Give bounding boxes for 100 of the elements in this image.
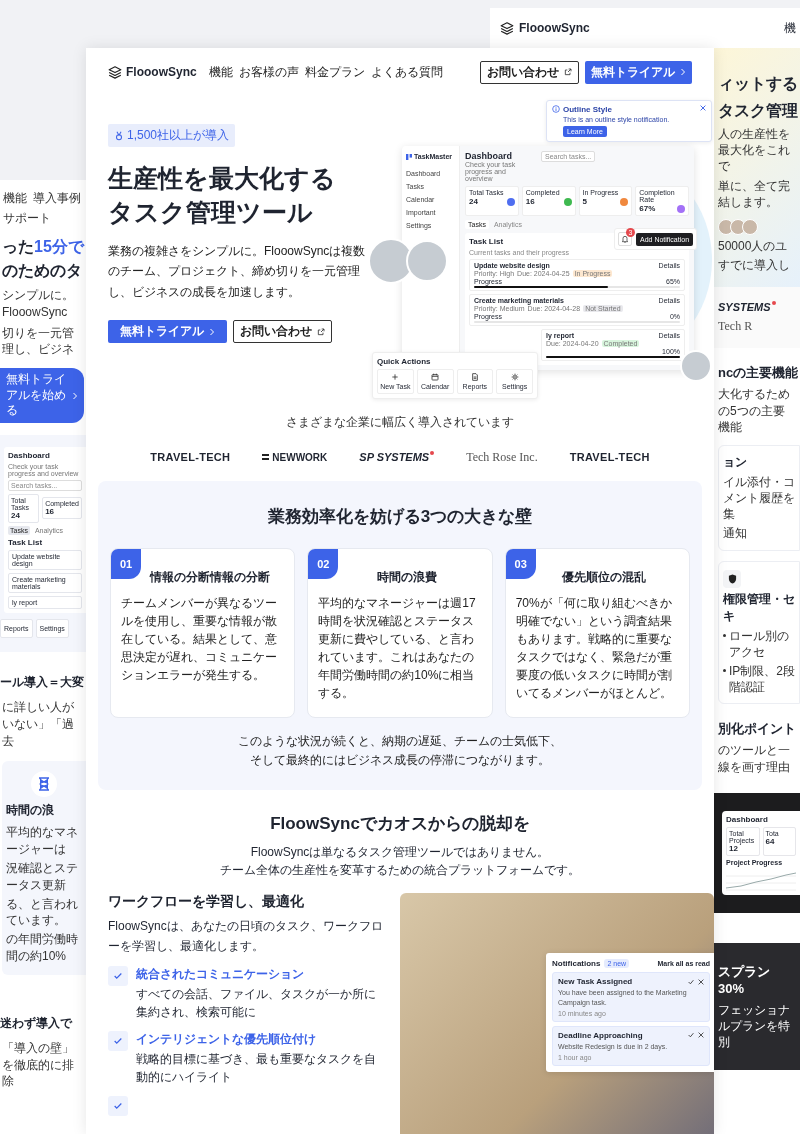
card-text: 通知 <box>723 525 748 542</box>
contact-button[interactable]: お問い合わせ <box>233 320 332 344</box>
stat-value: 24 <box>469 197 478 206</box>
card-title: 情報の分断情報の分断 <box>148 569 270 586</box>
feature-item-title: インテリジェントな優先順位付け <box>136 1030 317 1048</box>
number-tag: 03 <box>505 549 536 579</box>
notification-title: New Task Assigned <box>558 977 633 987</box>
bullet-dot <box>723 669 726 672</box>
card-title: 権限管理・セキ <box>723 590 795 625</box>
trial-button[interactable]: 無料トライアル <box>585 60 692 84</box>
nav-link[interactable]: よくある質問 <box>370 63 443 81</box>
description-text: シンプルに。FlooowSync <box>1 287 75 321</box>
card-text: 況確認とステータス更新 <box>6 859 79 894</box>
card-text: る、と言われています。 <box>6 895 79 930</box>
task-list-title: Task List <box>469 237 504 246</box>
nav-link[interactable]: 導入事例 <box>33 190 81 207</box>
bell-icon <box>621 235 629 243</box>
logo-text[interactable]: FlooowSync <box>126 65 197 79</box>
layers-icon <box>108 65 122 79</box>
card-text: イル添付・コメント履歴を集 <box>723 473 795 523</box>
close-icon <box>698 978 704 985</box>
section-title: 業務効率化を妨げる3つの大きな壁 <box>266 506 534 528</box>
bars-icon <box>262 454 270 460</box>
dot-icon <box>771 301 776 306</box>
panel-title: Notifications <box>552 959 601 969</box>
promo-title: スプラン 30% <box>718 962 771 996</box>
section-title: 別化ポイント <box>717 720 797 739</box>
hourglass-icon <box>38 777 50 792</box>
check-mark-icon <box>688 1032 694 1039</box>
shield-icon <box>727 573 737 584</box>
section-subtitle: FloowSyncは単なるタスク管理ツールではありません。 チーム全体の生産性を変革するための統合プラットフォームです。 <box>219 844 581 880</box>
client-logo: Tech R <box>718 319 753 335</box>
gear-icon <box>510 373 519 381</box>
client-logo: TRAVEL-TECH <box>150 451 231 463</box>
number-tag: 02 <box>308 549 339 579</box>
user-count-text: すでに導入し <box>718 257 791 274</box>
medal-icon <box>114 130 124 141</box>
check-icon <box>113 1100 123 1111</box>
feature-item-text: すべての会話、ファイル、タスクが一か所に集約され、検索可能に <box>136 985 377 1021</box>
contact-button[interactable]: お問い合わせ <box>480 60 579 84</box>
stat-value: 67% <box>639 204 656 213</box>
user-count-text: 50000人のユ <box>718 237 789 255</box>
card-text: チームメンバーが異なるツールを使用し、重要な情報が散在している。結果として、意思決定が遅れ、コミュニケーションエラーが発生する。 <box>121 595 278 684</box>
number-tag: 01 <box>111 549 141 579</box>
description-text: 単に、全て完結します。 <box>718 177 791 210</box>
bullet-dot <box>723 633 726 637</box>
section-title: ール導入＝大変 <box>0 673 85 691</box>
check-icon <box>113 1035 123 1046</box>
check-mark-icon <box>688 978 694 985</box>
client-logo: Tech Rose Inc. <box>466 449 538 465</box>
feature-item-text: 戦略的目標に基づき、最も重要なタスクを自動的にハイライト <box>136 1050 377 1086</box>
external-link-icon <box>317 327 325 336</box>
chevron-right-icon <box>209 327 215 336</box>
client-logo: TRAVEL-TECH <box>569 451 650 463</box>
adoption-badge: 1,500社以上が導入 <box>108 124 236 147</box>
description-text: 切りを一元管理し、ビジネ <box>1 324 75 359</box>
card-title: 優先順位の混乱 <box>561 569 647 586</box>
section-text: に詳しい人がいない」「過去 <box>1 698 75 750</box>
logo-text[interactable]: FlooowSync <box>519 21 590 35</box>
card-text: の年間労働時間の約10% <box>6 931 79 965</box>
section-text: 「導入の壁」を徹底的に排除 <box>1 1039 75 1091</box>
card-title: 時間の浪 <box>6 802 54 820</box>
feature-title: ワークフローを学習し、最適化 <box>108 893 305 912</box>
nav-link[interactable]: 機能 <box>3 190 27 207</box>
headline: ィットする <box>718 74 798 94</box>
nav-link[interactable]: 機能 <box>208 63 233 81</box>
plus-icon <box>391 373 400 381</box>
trial-button[interactable]: 無料トライアルを始める <box>0 368 84 423</box>
logo-icon <box>406 153 412 160</box>
nav-link[interactable]: 料金プラン <box>304 63 365 81</box>
dashboard-title: Dashboard <box>726 814 769 824</box>
external-link-icon <box>564 68 572 76</box>
hero-description: 業務の複雑さをシンプルに。FlooowSyncは複数のチーム、プロジェクト、締め切りを一元管理し、ビジネスの成長を加速します。 <box>108 243 366 301</box>
avatar-photo <box>730 218 746 235</box>
info-icon <box>552 105 560 113</box>
card-text: ロール別のアクセ <box>729 627 790 660</box>
quick-actions-title: Quick Actions <box>377 357 432 366</box>
section-title: FloowSyncでカオスからの脱却を <box>269 813 531 836</box>
client-logo: SYSTEMS <box>718 301 771 314</box>
toast-title: Outline Style <box>563 105 613 114</box>
layers-icon <box>500 21 514 35</box>
chevron-right-icon <box>680 68 686 76</box>
nav-link[interactable]: 機 <box>784 19 796 37</box>
close-icon <box>700 105 706 111</box>
section-subtitle: のツールと一線を画す理由 <box>717 742 791 775</box>
nav-link[interactable]: サポート <box>3 210 51 227</box>
section-title: ncの主要機能 <box>717 364 800 383</box>
section-title: 迷わず導入で <box>0 1014 74 1032</box>
task-list-title: Task List <box>8 537 44 547</box>
nav-link[interactable]: お客様の声 <box>238 63 299 81</box>
client-logo: SP SYSTEMS <box>359 451 430 463</box>
headline: タスク管理 <box>718 101 798 121</box>
section-subtitle: 大化するための5つの主要機能 <box>717 386 791 435</box>
card-title: ョン <box>723 453 748 471</box>
headline: のためのタ <box>1 261 83 281</box>
trial-button[interactable]: 無料トライアル <box>108 320 227 344</box>
headline: った15分で <box>1 237 86 257</box>
avatar-photo <box>718 218 734 235</box>
card-text: 平均的なマネージャーは週17時間を状況確認とステータス更新に費やしている、と言われています。これはあなたの年間労働時間の約10%に相当する。 <box>318 595 477 702</box>
promo-text: フェッショナルプランを特別 <box>718 1001 791 1051</box>
